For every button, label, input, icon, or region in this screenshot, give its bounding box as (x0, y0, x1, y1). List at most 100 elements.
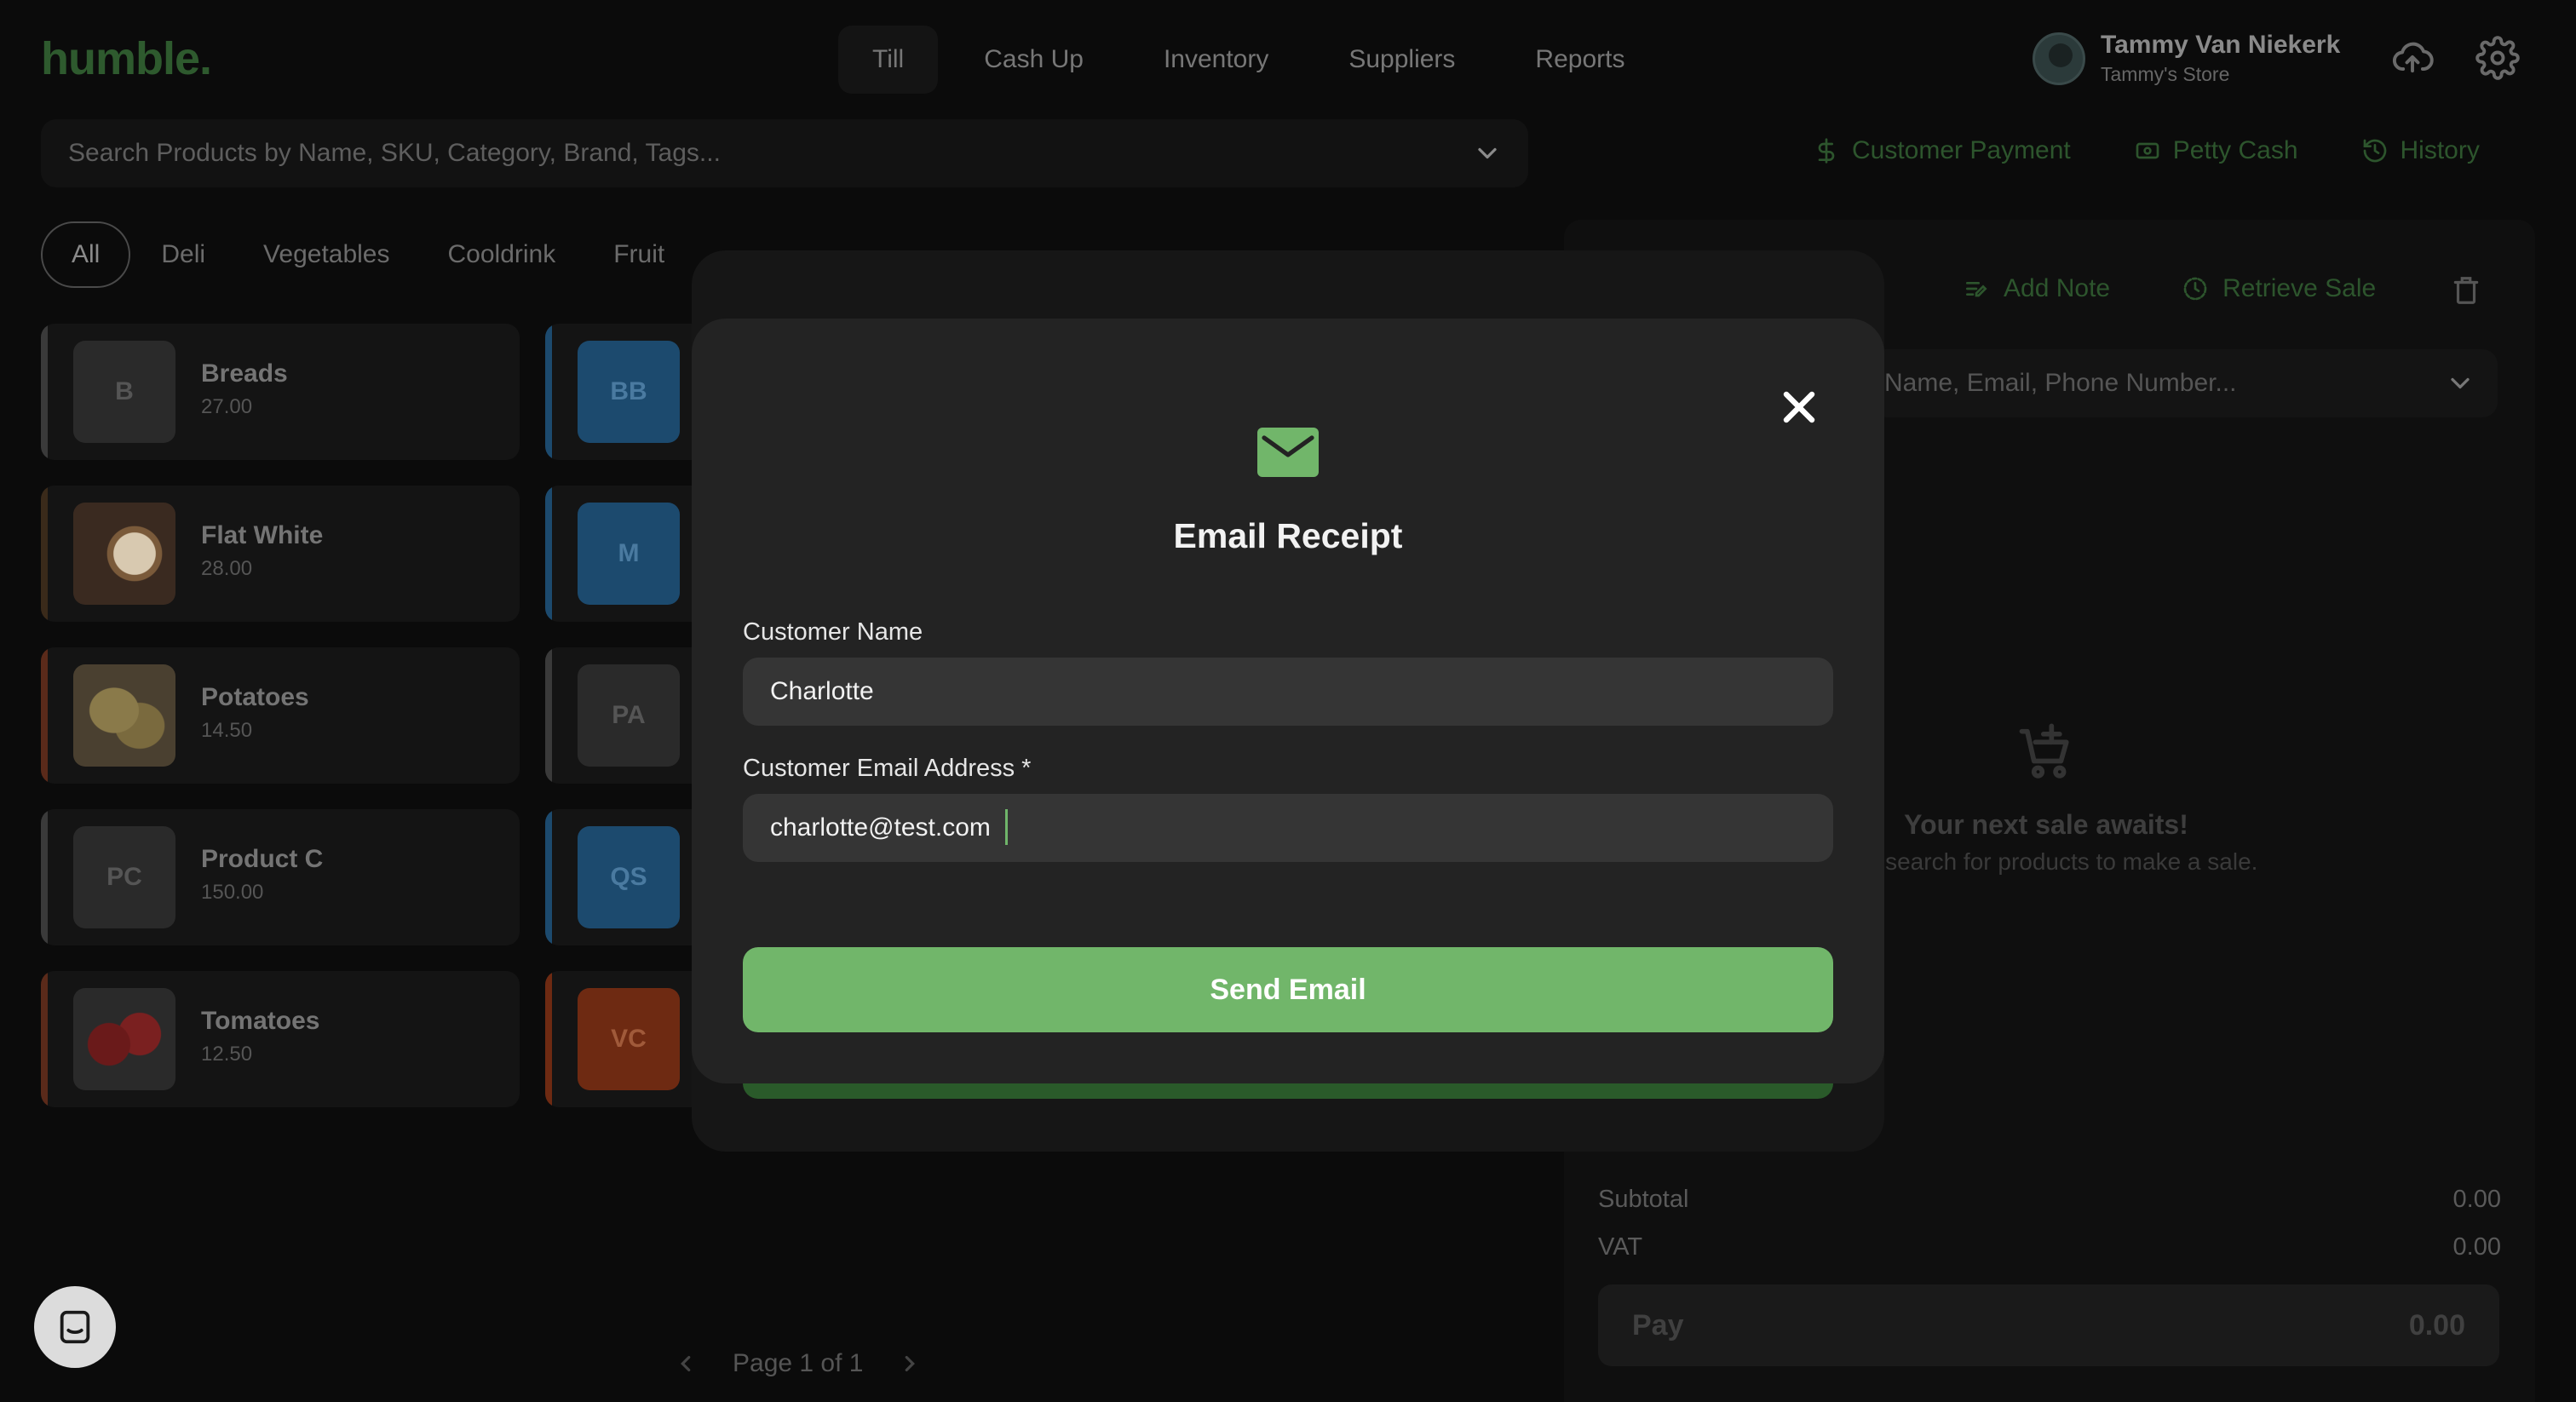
subtotal-label: Subtotal (1598, 1185, 1689, 1213)
product-card[interactable]: Tomatoes 12.50 (41, 971, 520, 1107)
petty-cash-button[interactable]: Petty Cash (2134, 136, 2298, 165)
main-nav: Till Cash Up Inventory Suppliers Reports (838, 26, 1659, 94)
category-vegetables[interactable]: Vegetables (234, 221, 418, 288)
product-price: 150.00 (201, 881, 264, 904)
card-stripe (545, 486, 552, 622)
note-icon (1966, 282, 1987, 297)
customer-search-input[interactable]: Name, Email, Phone Number... (1871, 349, 2498, 417)
chat-icon (60, 1310, 90, 1344)
product-image (73, 503, 175, 605)
card-stripe (545, 324, 552, 460)
send-email-button[interactable]: Send Email (743, 947, 1833, 1032)
user-menu[interactable]: Tammy Van Niekerk Tammy's Store (2033, 31, 2340, 86)
app-root: humble. Till Cash Up Inventory Suppliers… (0, 0, 2576, 1402)
vat-value: 0.00 (2452, 1232, 2501, 1261)
customer-name-label: Customer Name (743, 618, 923, 646)
card-stripe (41, 809, 48, 945)
chevron-right-icon[interactable] (897, 1351, 923, 1376)
cart-add-icon (2019, 723, 2069, 779)
category-all[interactable]: All (41, 221, 131, 288)
page-label: Page 1 of 1 (733, 1349, 864, 1377)
customer-email-label: Customer Email Address * (743, 755, 1032, 782)
product-thumb: QS (578, 826, 680, 928)
modal-title: Email Receipt (1173, 516, 1403, 555)
dollar-icon (1818, 138, 1835, 164)
subtotal-row: Subtotal 0.00 (1598, 1175, 2501, 1223)
history-button[interactable]: History (2361, 136, 2480, 165)
category-filters: All Deli Vegetables Cooldrink Fruit (41, 221, 693, 288)
vat-row: VAT 0.00 (1598, 1223, 2501, 1271)
product-name: Potatoes (201, 683, 309, 711)
product-search-input[interactable]: Search Products by Name, SKU, Category, … (41, 119, 1528, 187)
mail-icon (1257, 428, 1319, 477)
card-stripe (41, 324, 48, 460)
vat-label: VAT (1598, 1232, 1643, 1261)
card-stripe (545, 647, 552, 784)
retrieve-sale-button[interactable]: Retrieve Sale (2182, 274, 2376, 303)
gear-icon[interactable] (2475, 36, 2520, 80)
product-image (73, 664, 175, 767)
category-fruit[interactable]: Fruit (584, 221, 693, 288)
pay-total: 0.00 (2408, 1308, 2465, 1342)
tab-suppliers[interactable]: Suppliers (1314, 26, 1489, 94)
product-thumb: PA (578, 664, 680, 767)
user-store: Tammy's Store (2101, 63, 2230, 85)
category-deli[interactable]: Deli (132, 221, 234, 288)
search-placeholder: Search Products by Name, SKU, Category, … (68, 139, 721, 167)
user-name: Tammy Van Niekerk (2101, 31, 2341, 59)
pay-button[interactable]: Pay 0.00 (1598, 1284, 2499, 1366)
pagination: Page 1 of 1 (673, 1349, 923, 1378)
tab-inventory[interactable]: Inventory (1130, 26, 1302, 94)
product-thumb: B (73, 341, 175, 443)
tab-till[interactable]: Till (838, 26, 939, 94)
petty-cash-label: Petty Cash (2172, 136, 2298, 164)
customer-payment-label: Customer Payment (1852, 136, 2071, 164)
history-icon (2363, 139, 2386, 163)
product-card[interactable]: Potatoes 14.50 (41, 647, 520, 784)
chevron-down-icon[interactable] (2445, 368, 2475, 399)
product-card[interactable]: B Breads 27.00 (41, 324, 520, 460)
cloud-upload-icon[interactable] (2390, 36, 2435, 80)
product-thumb: VC (578, 988, 680, 1090)
add-note-button[interactable]: Add Note (1963, 274, 2110, 303)
tab-cash-up[interactable]: Cash Up (950, 26, 1118, 94)
add-note-label: Add Note (2004, 274, 2111, 302)
trash-icon[interactable] (2450, 273, 2482, 308)
product-price: 28.00 (201, 557, 253, 580)
card-stripe (545, 809, 552, 945)
chevron-down-icon[interactable] (1472, 138, 1503, 169)
text-cursor (1005, 809, 1008, 845)
category-cooldrink[interactable]: Cooldrink (419, 221, 585, 288)
customer-email-field[interactable] (743, 794, 1833, 862)
cart-tools: Add Note Retrieve Sale (1963, 274, 2376, 303)
chevron-left-icon[interactable] (673, 1351, 699, 1376)
cart-totals: Subtotal 0.00 VAT 0.00 (1598, 1175, 2501, 1271)
cash-icon (2136, 142, 2159, 159)
card-stripe (545, 971, 552, 1107)
close-icon[interactable] (1774, 382, 1825, 433)
avatar (2033, 32, 2085, 85)
product-thumb: BB (578, 341, 680, 443)
product-name: Breads (201, 359, 288, 388)
card-stripe (41, 647, 48, 784)
product-price: 12.50 (201, 1043, 253, 1066)
card-stripe (41, 486, 48, 622)
product-card[interactable]: Flat White 28.00 (41, 486, 520, 622)
history-label: History (2400, 136, 2480, 164)
empty-cart-subtitle: r search for products to make a sale. (1871, 848, 2258, 875)
quick-actions: Customer Payment Petty Cash History (1813, 136, 2480, 165)
product-card[interactable]: PC Product C 150.00 (41, 809, 520, 945)
customer-payment-button[interactable]: Customer Payment (1813, 136, 2071, 165)
chat-launcher-button[interactable] (34, 1286, 116, 1368)
customer-name-field[interactable] (743, 658, 1833, 726)
product-name: Product C (201, 845, 324, 873)
product-price: 27.00 (201, 395, 253, 418)
card-stripe (41, 971, 48, 1107)
product-thumb: PC (73, 826, 175, 928)
tab-reports[interactable]: Reports (1501, 26, 1659, 94)
subtotal-value: 0.00 (2452, 1185, 2501, 1213)
retrieve-sale-label: Retrieve Sale (2222, 274, 2377, 302)
product-name: Tomatoes (201, 1007, 320, 1035)
product-price: 14.50 (201, 719, 253, 742)
product-image (73, 988, 175, 1090)
